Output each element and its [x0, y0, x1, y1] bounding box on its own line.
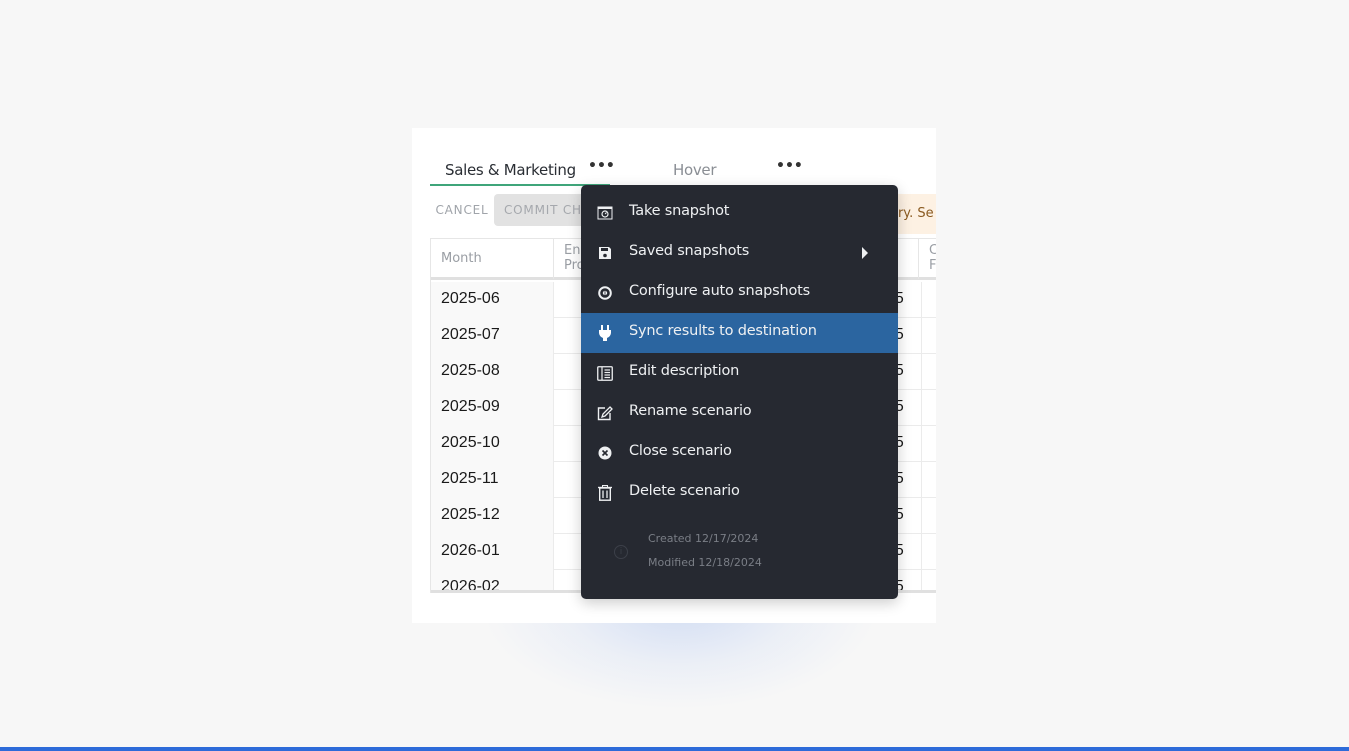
tab-hover[interactable]: Hover •••	[610, 158, 810, 186]
cell-divider	[921, 282, 922, 318]
cell-divider	[921, 390, 922, 426]
cancel-button[interactable]: CANCEL	[430, 194, 494, 226]
trash-icon	[596, 484, 614, 502]
more-options-icon[interactable]: •••	[776, 158, 803, 174]
scenario-metadata: i Created 12/17/2024 Modified 12/18/2024	[581, 525, 898, 580]
created-date: Created 12/17/2024	[648, 532, 759, 545]
scenario-context-menu: Take snapshot Saved snapshots Configure …	[581, 185, 898, 599]
cell-divider	[921, 354, 922, 390]
scenario-tabs: Sales & Marketing ••• Hover •••	[430, 158, 936, 186]
cell-divider	[921, 426, 922, 462]
menu-item-label: Delete scenario	[629, 483, 740, 499]
header-line: C	[929, 243, 936, 258]
save-icon	[596, 244, 614, 262]
column-header-c[interactable]: C F	[919, 239, 936, 279]
menu-item-sync-results[interactable]: Sync results to destination	[581, 313, 898, 353]
menu-item-label: Edit description	[629, 363, 740, 379]
header-line: F	[929, 258, 936, 273]
column-header-month[interactable]: Month	[431, 239, 554, 279]
camera-snapshot-icon	[596, 204, 614, 222]
month-cell: 2025-07	[431, 318, 554, 354]
cell-divider	[921, 534, 922, 570]
month-cell: 2025-11	[431, 462, 554, 498]
menu-item-label: Close scenario	[629, 443, 732, 459]
menu-item-label: Saved snapshots	[629, 243, 750, 259]
menu-item-take-snapshot[interactable]: Take snapshot	[581, 193, 898, 233]
menu-item-label: Configure auto snapshots	[629, 283, 811, 299]
month-cell: 2025-09	[431, 390, 554, 426]
edit-icon	[596, 404, 614, 422]
menu-item-configure-auto-snapshots[interactable]: Configure auto snapshots	[581, 273, 898, 313]
info-icon: i	[614, 545, 628, 559]
submenu-arrow-icon	[862, 247, 868, 259]
month-cell: 2026-01	[431, 534, 554, 570]
bottom-accent-bar	[0, 747, 1349, 751]
menu-item-label: Rename scenario	[629, 403, 752, 419]
month-cell: 2025-10	[431, 426, 554, 462]
menu-item-saved-snapshots[interactable]: Saved snapshots	[581, 233, 898, 273]
month-cell: 2025-06	[431, 282, 554, 318]
cell-divider	[921, 318, 922, 354]
plug-icon	[596, 324, 614, 342]
menu-item-label: Sync results to destination	[629, 323, 817, 339]
modified-date: Modified 12/18/2024	[648, 556, 762, 569]
description-icon	[596, 364, 614, 382]
tab-sales-marketing[interactable]: Sales & Marketing •••	[430, 158, 615, 186]
menu-item-close-scenario[interactable]: Close scenario	[581, 433, 898, 473]
tab-label: Sales & Marketing	[445, 161, 576, 179]
menu-item-edit-description[interactable]: Edit description	[581, 353, 898, 393]
tab-label: Hover	[673, 161, 717, 179]
menu-item-label: Take snapshot	[629, 203, 730, 219]
cell-divider	[921, 498, 922, 534]
menu-item-delete-scenario[interactable]: Delete scenario	[581, 473, 898, 513]
menu-item-rename-scenario[interactable]: Rename scenario	[581, 393, 898, 433]
close-circle-icon	[596, 444, 614, 462]
auto-snapshot-icon	[596, 284, 614, 302]
month-cell: 2025-12	[431, 498, 554, 534]
month-cell: 2025-08	[431, 354, 554, 390]
cell-divider	[921, 462, 922, 498]
